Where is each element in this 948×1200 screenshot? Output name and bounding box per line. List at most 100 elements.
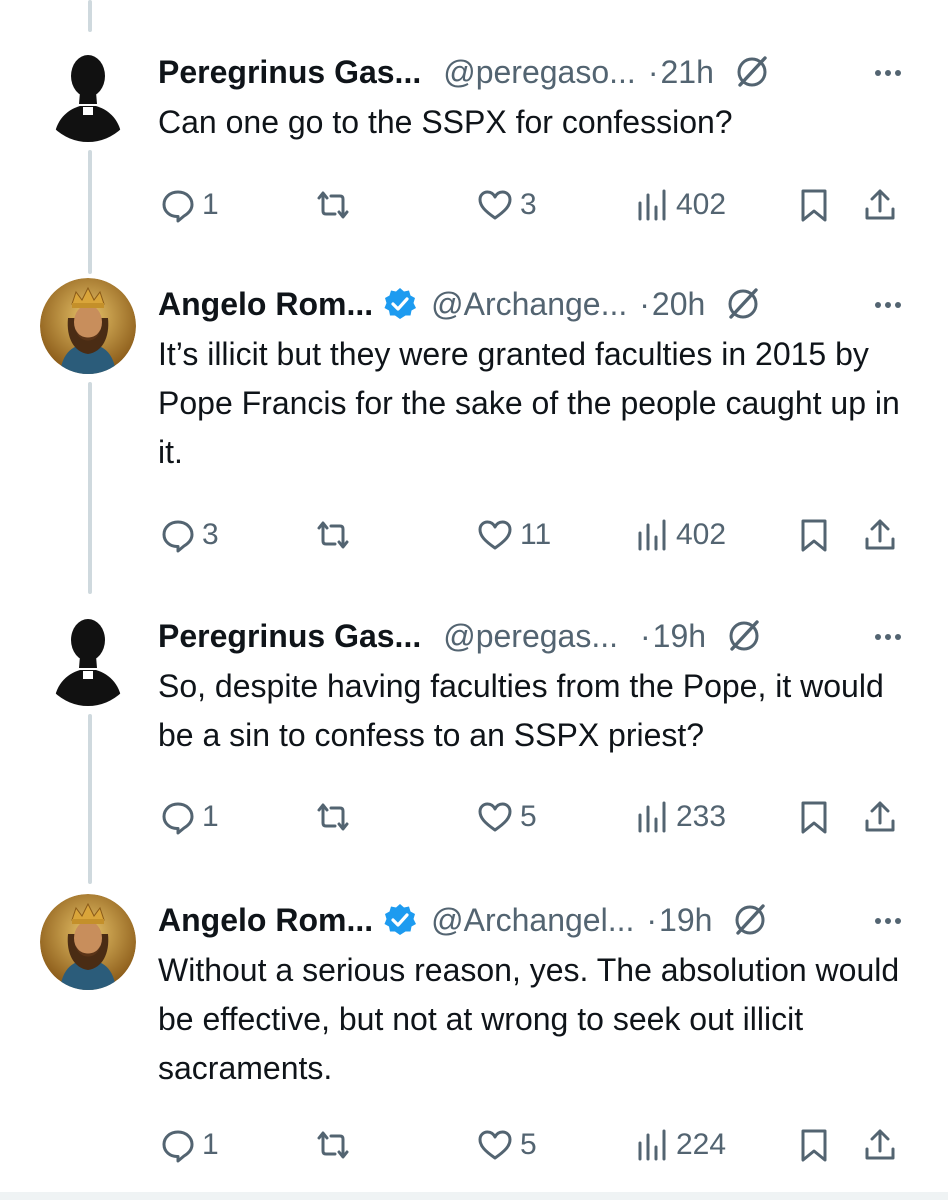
views-chart-icon [638, 801, 666, 833]
heart-icon [478, 802, 512, 832]
more-options-icon[interactable] [868, 900, 908, 940]
reply-button[interactable]: 1 [160, 1120, 219, 1170]
retweet-icon [317, 521, 349, 549]
views-button[interactable]: 402 [634, 180, 726, 230]
reply-icon [162, 190, 194, 223]
thread-line-top [88, 0, 92, 32]
bookmark-button[interactable] [796, 792, 832, 842]
bookmark-button[interactable] [796, 180, 832, 230]
reply-button[interactable]: 3 [160, 510, 219, 560]
grok-icon[interactable] [730, 900, 770, 940]
verified-badge-icon [383, 287, 417, 321]
grok-icon[interactable] [723, 284, 763, 324]
grok-icon[interactable] [732, 52, 772, 92]
share-button[interactable] [862, 1120, 898, 1170]
reply-count: 1 [202, 188, 219, 221]
action-bar: 3 11 402 [0, 510, 948, 560]
share-button[interactable] [862, 792, 898, 842]
bookmark-icon [801, 189, 827, 222]
author-name[interactable]: Angelo Rom... [158, 286, 373, 323]
avatar[interactable] [40, 610, 136, 706]
share-button[interactable] [862, 180, 898, 230]
share-icon [865, 519, 895, 550]
author-handle[interactable]: @peregas... [443, 618, 618, 655]
tweet-text: Without a serious reason, yes. The absol… [158, 952, 900, 1086]
reply-button[interactable]: 1 [160, 180, 219, 230]
verified-badge-icon [383, 903, 417, 937]
dot-separator: · [647, 53, 659, 90]
retweet-icon [317, 803, 349, 831]
tweet[interactable]: Angelo Rom... @Archange... · 20h It’s il… [0, 278, 948, 568]
clergy-silhouette-icon [40, 610, 136, 706]
bookmark-icon [801, 1129, 827, 1162]
grok-icon[interactable] [724, 616, 764, 656]
share-icon [865, 189, 895, 220]
author-name[interactable]: Peregrinus Gas... [158, 618, 421, 655]
heart-icon [478, 520, 512, 550]
action-bar: 1 3 402 [0, 180, 948, 230]
action-bar: 1 5 233 [0, 792, 948, 842]
reply-icon [162, 1130, 194, 1163]
tweet-text: So, despite having faculties from the Po… [158, 668, 884, 753]
reply-button[interactable]: 1 [160, 792, 219, 842]
author-handle[interactable]: @peregaso... [443, 54, 636, 91]
like-count: 3 [520, 188, 537, 221]
like-button[interactable]: 3 [476, 180, 537, 230]
timestamp[interactable]: 19h [653, 618, 706, 655]
reply-count: 3 [202, 518, 219, 551]
retweet-button[interactable] [312, 510, 360, 560]
like-count: 5 [520, 800, 537, 833]
share-icon [865, 801, 895, 832]
views-button[interactable]: 233 [634, 792, 726, 842]
bookmark-button[interactable] [796, 510, 832, 560]
more-options-icon[interactable] [868, 52, 908, 92]
retweet-button[interactable] [312, 180, 360, 230]
more-options-icon[interactable] [868, 616, 908, 656]
tweet[interactable]: Angelo Rom... @Archangel... · 19h Withou… [0, 894, 948, 1184]
more-options-icon[interactable] [868, 284, 908, 324]
views-count: 233 [676, 800, 727, 833]
retweet-icon [317, 191, 349, 219]
bookmark-button[interactable] [796, 1120, 832, 1170]
tweet[interactable]: Peregrinus Gas... @peregas... · 19h So, … [0, 610, 948, 900]
avatar[interactable] [40, 278, 136, 374]
timestamp[interactable]: 20h [652, 286, 705, 323]
views-count: 402 [676, 518, 727, 551]
like-button[interactable]: 5 [476, 1120, 537, 1170]
retweet-button[interactable] [312, 792, 360, 842]
views-chart-icon [638, 189, 666, 221]
timestamp[interactable]: 19h [659, 902, 712, 939]
tweet-text: Can one go to the SSPX for confession? [158, 104, 733, 140]
king-portrait-icon [40, 278, 136, 374]
bottom-divider [0, 1192, 948, 1200]
views-button[interactable]: 402 [634, 510, 726, 560]
action-bar: 1 5 224 [0, 1120, 948, 1170]
share-button[interactable] [862, 510, 898, 560]
like-button[interactable]: 11 [476, 510, 551, 560]
clergy-silhouette-icon [40, 46, 136, 142]
bookmark-icon [801, 801, 827, 834]
dot-separator: · [640, 617, 651, 654]
reply-count: 1 [202, 800, 219, 833]
like-button[interactable]: 5 [476, 792, 537, 842]
views-chart-icon [638, 519, 666, 551]
views-count: 402 [676, 188, 727, 221]
avatar[interactable] [40, 894, 136, 990]
retweet-button[interactable] [312, 1120, 360, 1170]
like-count: 11 [520, 518, 552, 551]
author-handle[interactable]: @Archangel... [431, 902, 634, 939]
reply-count: 1 [202, 1128, 219, 1161]
tweet-text: It’s illicit but they were granted facul… [158, 336, 900, 470]
reply-icon [162, 520, 194, 553]
heart-icon [478, 1130, 512, 1160]
like-count: 5 [520, 1128, 537, 1161]
avatar[interactable] [40, 46, 136, 142]
author-name[interactable]: Peregrinus Gas... [158, 54, 421, 91]
views-button[interactable]: 224 [634, 1120, 726, 1170]
retweet-icon [317, 1131, 349, 1159]
share-icon [865, 1129, 895, 1160]
author-handle[interactable]: @Archange... [431, 286, 627, 323]
heart-icon [478, 190, 512, 220]
author-name[interactable]: Angelo Rom... [158, 902, 373, 939]
timestamp[interactable]: 21h [660, 54, 713, 91]
